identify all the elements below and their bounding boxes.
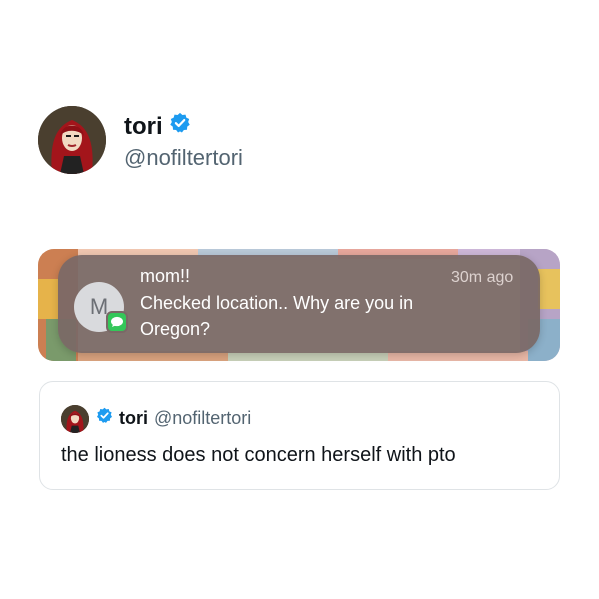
quote-author-name[interactable]: tori [119,408,148,429]
quote-author-avatar[interactable] [61,405,89,433]
verified-badge-icon [96,407,113,429]
notification-body: Checked location.. Why are you in Oregon… [140,293,414,339]
quote-header: tori @nofiltertori [96,407,251,429]
notification-time: 30m ago [451,269,514,286]
author-handle[interactable]: @nofiltertori [124,145,243,171]
quote-author-handle[interactable]: @nofiltertori [154,408,251,429]
author-avatar[interactable] [38,106,106,174]
author-name-row[interactable]: tori [124,112,191,141]
notification-sender: mom!! [140,266,191,286]
verified-badge-icon [169,112,191,141]
messages-icon [106,311,128,333]
quote-text: the lioness does not concern herself wit… [61,444,456,466]
author-name[interactable]: tori [124,113,163,141]
quoted-tweet-card[interactable] [39,381,560,490]
